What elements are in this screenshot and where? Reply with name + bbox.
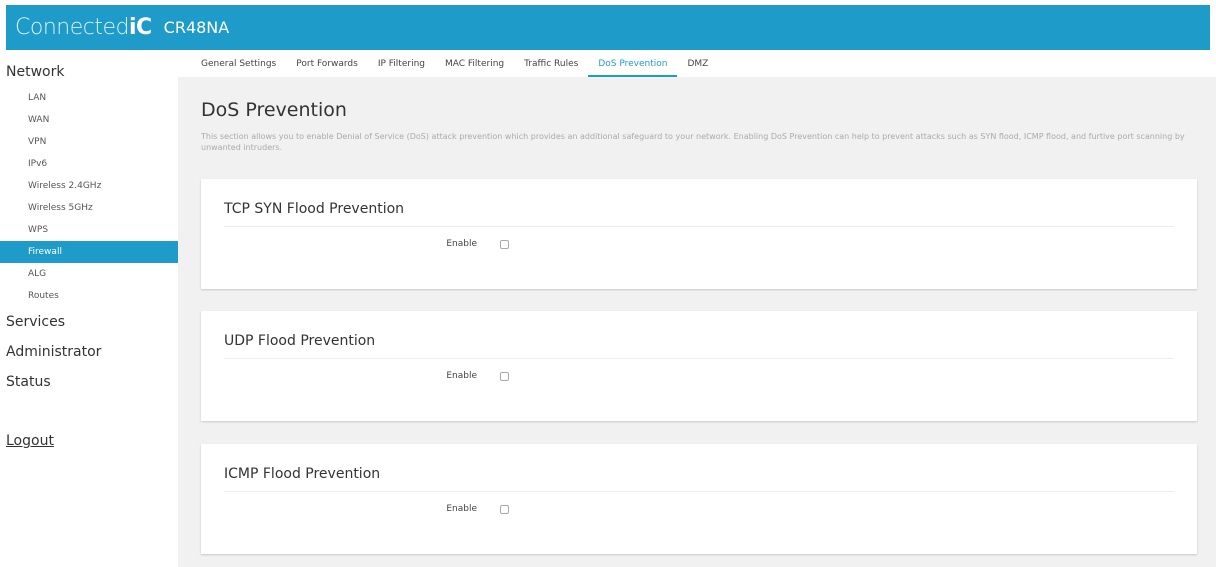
brand-logo-mark: iC [128,15,152,40]
brand-logo-text: Connected [15,15,129,40]
tab-general-settings[interactable]: General Settings [191,50,286,77]
page-title: DoS Prevention [201,99,347,121]
tab-port-forwards[interactable]: Port Forwards [286,50,368,77]
logout-link[interactable]: Logout [0,433,178,449]
sidebar-item-lan[interactable]: LAN [0,87,178,109]
sidebar-item-routes[interactable]: Routes [0,285,178,307]
sidebar-item-wps[interactable]: WPS [0,219,178,241]
page-description: This section allows you to enable Denial… [201,132,1185,152]
header-bar: Connected iC CR48NA [6,5,1210,50]
sidebar-section-services[interactable]: Services [0,307,178,337]
model-name: CR48NA [163,18,230,37]
sidebar: Network LAN WAN VPN IPv6 Wireless 2.4GHz… [0,50,178,567]
tab-mac-filtering[interactable]: MAC Filtering [435,50,514,77]
sidebar-item-vpn[interactable]: VPN [0,131,178,153]
tab-bar: General Settings Port Forwards IP Filter… [178,50,1216,77]
enable-row: Enable [201,371,1197,385]
enable-label: Enable [446,504,477,514]
tab-dmz[interactable]: DMZ [677,50,718,77]
panel-title: ICMP Flood Prevention [224,466,1174,492]
enable-row: Enable [201,239,1197,253]
enable-label: Enable [446,371,477,381]
sidebar-item-wan[interactable]: WAN [0,109,178,131]
sidebar-item-alg[interactable]: ALG [0,263,178,285]
sidebar-section-status[interactable]: Status [0,367,178,397]
panel-title: UDP Flood Prevention [224,333,1174,359]
udp-enable-checkbox[interactable] [500,372,509,381]
tab-dos-prevention[interactable]: DoS Prevention [588,50,678,77]
sidebar-item-ipv6[interactable]: IPv6 [0,153,178,175]
sidebar-item-firewall[interactable]: Firewall [0,241,178,263]
tab-ip-filtering[interactable]: IP Filtering [368,50,435,77]
enable-label: Enable [446,239,477,249]
panel-udp-flood: UDP Flood Prevention Enable [201,311,1197,421]
panel-tcp-syn-flood: TCP SYN Flood Prevention Enable [201,179,1197,289]
enable-row: Enable [201,504,1197,518]
panel-icmp-flood: ICMP Flood Prevention Enable [201,444,1197,554]
sidebar-item-wireless-5[interactable]: Wireless 5GHz [0,197,178,219]
panel-title: TCP SYN Flood Prevention [224,201,1174,227]
tab-traffic-rules[interactable]: Traffic Rules [514,50,588,77]
main-content: DoS Prevention This section allows you t… [178,77,1216,567]
sidebar-item-wireless-24[interactable]: Wireless 2.4GHz [0,175,178,197]
sidebar-section-administrator[interactable]: Administrator [0,337,178,367]
tcp-syn-enable-checkbox[interactable] [500,240,509,249]
icmp-enable-checkbox[interactable] [500,505,509,514]
sidebar-section-network[interactable]: Network [0,57,178,87]
